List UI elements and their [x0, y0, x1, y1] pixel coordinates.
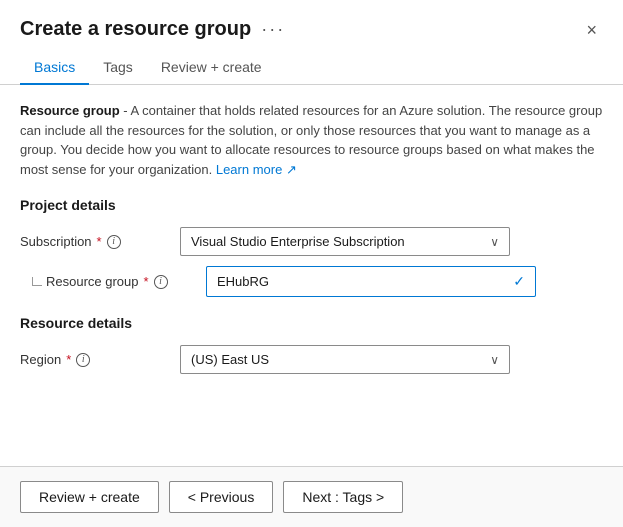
subscription-required: *	[97, 234, 102, 249]
dialog-title-dots: ···	[261, 19, 285, 40]
region-control: (US) East US ∨	[180, 345, 510, 374]
resource-group-value: EHubRG	[217, 274, 269, 289]
previous-button[interactable]: < Previous	[169, 481, 274, 513]
resource-group-control: EHubRG ✓	[206, 266, 536, 297]
subscription-value: Visual Studio Enterprise Subscription	[191, 234, 405, 249]
resource-group-check-icon: ✓	[513, 273, 525, 290]
subscription-control: Visual Studio Enterprise Subscription ∨	[180, 227, 510, 256]
dialog-title-text: Create a resource group	[20, 18, 251, 41]
region-dropdown[interactable]: (US) East US ∨	[180, 345, 510, 374]
dialog-content: Resource group - A container that holds …	[0, 85, 623, 466]
subscription-chevron-icon: ∨	[490, 235, 499, 249]
resource-group-info-icon[interactable]: i	[154, 275, 168, 289]
subscription-dropdown[interactable]: Visual Studio Enterprise Subscription ∨	[180, 227, 510, 256]
learn-more-link[interactable]: Learn more ↗	[216, 162, 297, 177]
region-label: Region * i	[20, 352, 180, 367]
tab-review-create[interactable]: Review + create	[147, 51, 276, 85]
region-required: *	[66, 352, 71, 367]
close-button[interactable]: ×	[580, 19, 603, 41]
subscription-label: Subscription * i	[20, 234, 180, 249]
region-row: Region * i (US) East US ∨	[20, 345, 603, 374]
project-details-heading: Project details	[20, 197, 603, 213]
dialog-title: Create a resource group ···	[20, 18, 285, 41]
external-link-icon: ↗	[286, 162, 297, 177]
subscription-label-group: Subscription * i	[20, 234, 180, 249]
resource-details-heading: Resource details	[20, 315, 603, 331]
tab-basics[interactable]: Basics	[20, 51, 89, 85]
description-text: Resource group - A container that holds …	[20, 101, 603, 179]
resource-group-required: *	[144, 274, 149, 289]
resource-group-label-group: Resource group * i	[20, 274, 206, 289]
subscription-info-icon[interactable]: i	[107, 235, 121, 249]
review-create-button[interactable]: Review + create	[20, 481, 159, 513]
create-resource-group-dialog: Create a resource group ··· × Basics Tag…	[0, 0, 623, 527]
dialog-footer: Review + create < Previous Next : Tags >	[0, 466, 623, 527]
tab-bar: Basics Tags Review + create	[0, 51, 623, 85]
next-button[interactable]: Next : Tags >	[283, 481, 403, 513]
description-bold: Resource group	[20, 103, 120, 118]
resource-group-input[interactable]: EHubRG ✓	[206, 266, 536, 297]
region-value: (US) East US	[191, 352, 269, 367]
subscription-row: Subscription * i Visual Studio Enterpris…	[20, 227, 603, 256]
region-label-group: Region * i	[20, 352, 180, 367]
region-info-icon[interactable]: i	[76, 353, 90, 367]
tab-tags[interactable]: Tags	[89, 51, 147, 85]
resource-group-label: Resource group * i	[46, 274, 206, 289]
resource-group-row: Resource group * i EHubRG ✓	[20, 266, 603, 297]
dialog-header: Create a resource group ··· ×	[0, 0, 623, 51]
region-chevron-icon: ∨	[490, 353, 499, 367]
